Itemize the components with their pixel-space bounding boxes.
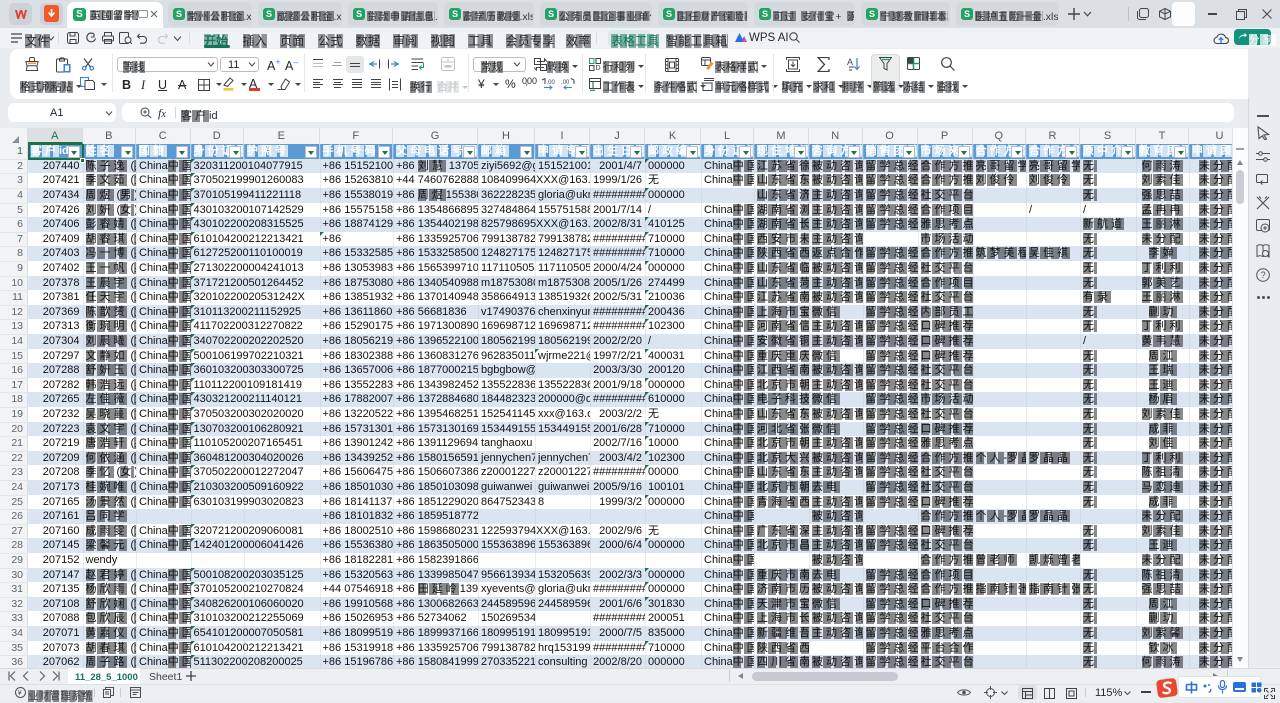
svg-text:.00: .00 (561, 80, 570, 86)
svg-text:A: A (847, 57, 853, 67)
svg-text:.00: .00 (547, 80, 556, 86)
svg-text:¥: ¥ (18, 690, 22, 697)
svg-text:?: ? (1261, 270, 1266, 280)
svg-text:D: D (596, 65, 601, 71)
